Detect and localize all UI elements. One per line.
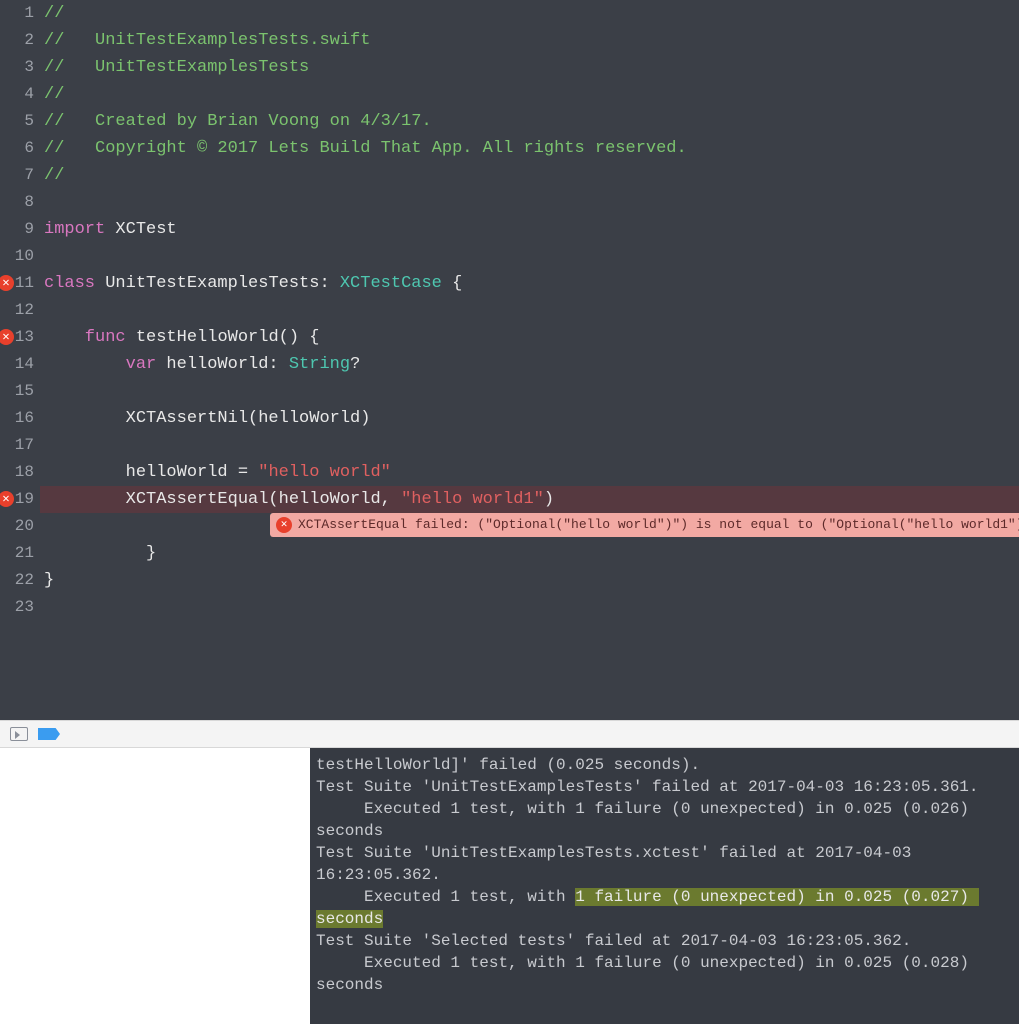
debug-toolbar	[0, 720, 1019, 748]
code-line[interactable]	[40, 378, 1019, 405]
console-line: Test Suite 'UnitTestExamplesTests.xctest…	[316, 844, 921, 884]
line-number: 22	[0, 567, 34, 594]
code-line[interactable]: // UnitTestExamplesTests	[40, 54, 1019, 81]
code-line[interactable]	[40, 243, 1019, 270]
chevron-down-icon	[15, 731, 20, 739]
line-number: 12	[0, 297, 34, 324]
line-number: 10	[0, 243, 34, 270]
console-row: testHelloWorld]' failed (0.025 seconds).…	[0, 748, 1019, 1024]
code-line[interactable]: //	[40, 162, 1019, 189]
code-line[interactable]: // Copyright © 2017 Lets Build That App.…	[40, 135, 1019, 162]
line-number: 8	[0, 189, 34, 216]
code-line[interactable]: }	[40, 567, 1019, 594]
code-line[interactable]: import XCTest	[40, 216, 1019, 243]
line-number: 3	[0, 54, 34, 81]
code-area[interactable]: // // UnitTestExamplesTests.swift // Uni…	[40, 0, 1019, 720]
code-line[interactable]: XCTAssertNil(helloWorld)	[40, 405, 1019, 432]
console-line: Test Suite 'UnitTestExamplesTests' faile…	[316, 778, 979, 796]
error-icon: ✕	[276, 517, 292, 533]
console-line: Executed 1 test, with	[316, 888, 575, 906]
code-line[interactable]: XCTAssertEqual(helloWorld, "hello world1…	[40, 486, 1019, 513]
console-line: Test Suite 'Selected tests' failed at 20…	[316, 932, 911, 950]
code-line[interactable]: // UnitTestExamplesTests.swift	[40, 27, 1019, 54]
line-number: 1	[0, 0, 34, 27]
code-line[interactable]	[40, 189, 1019, 216]
code-line[interactable]: //	[40, 0, 1019, 27]
code-line[interactable]: // Created by Brian Voong on 4/3/17.	[40, 108, 1019, 135]
code-editor-pane[interactable]: 1 2 3 4 5 6 7 8 9 10 ✕11 12 ✕13 14 15 16…	[0, 0, 1019, 720]
line-number: 7	[0, 162, 34, 189]
line-number: 2	[0, 27, 34, 54]
error-icon[interactable]: ✕	[0, 329, 14, 345]
code-line[interactable]: class UnitTestExamplesTests: XCTestCase …	[40, 270, 1019, 297]
code-line[interactable]	[40, 432, 1019, 459]
code-line[interactable]	[40, 540, 1019, 567]
line-number: 5	[0, 108, 34, 135]
console-toggle-button[interactable]	[10, 727, 28, 741]
line-number: ✕19	[0, 486, 34, 513]
code-line[interactable]: func testHelloWorld() {	[40, 324, 1019, 351]
console-output[interactable]: testHelloWorld]' failed (0.025 seconds).…	[310, 748, 1019, 1024]
console-line: Executed 1 test, with 1 failure (0 unexp…	[316, 954, 979, 994]
code-line[interactable]: } ✕ XCTAssertEqual failed: ("Optional("h…	[40, 513, 1019, 540]
line-number: 6	[0, 135, 34, 162]
code-line[interactable]: var helloWorld: String?	[40, 351, 1019, 378]
line-number: ✕13	[0, 324, 34, 351]
variables-panel[interactable]	[0, 748, 310, 1024]
line-number: 4	[0, 81, 34, 108]
line-number: 17	[0, 432, 34, 459]
console-line: Executed 1 test, with 1 failure (0 unexp…	[316, 800, 979, 840]
code-line[interactable]	[40, 594, 1019, 621]
line-number: 20	[0, 513, 34, 540]
breakpoint-tag-icon[interactable]	[38, 728, 60, 740]
line-number: 21	[0, 540, 34, 567]
inline-error-annotation[interactable]: ✕ XCTAssertEqual failed: ("Optional("hel…	[270, 513, 1019, 537]
error-icon[interactable]: ✕	[0, 491, 14, 507]
console-line: testHelloWorld]' failed (0.025 seconds).	[316, 756, 700, 774]
line-number: 16	[0, 405, 34, 432]
line-number: 9	[0, 216, 34, 243]
line-number: 14	[0, 351, 34, 378]
line-number: 15	[0, 378, 34, 405]
code-line[interactable]: //	[40, 81, 1019, 108]
error-icon[interactable]: ✕	[0, 275, 14, 291]
code-line[interactable]: helloWorld = "hello world"	[40, 459, 1019, 486]
line-number: 18	[0, 459, 34, 486]
error-message: XCTAssertEqual failed: ("Optional("hello…	[298, 513, 1019, 537]
code-line[interactable]	[40, 297, 1019, 324]
line-number: 23	[0, 594, 34, 621]
line-number-gutter: 1 2 3 4 5 6 7 8 9 10 ✕11 12 ✕13 14 15 16…	[0, 0, 40, 720]
line-number: ✕11	[0, 270, 34, 297]
